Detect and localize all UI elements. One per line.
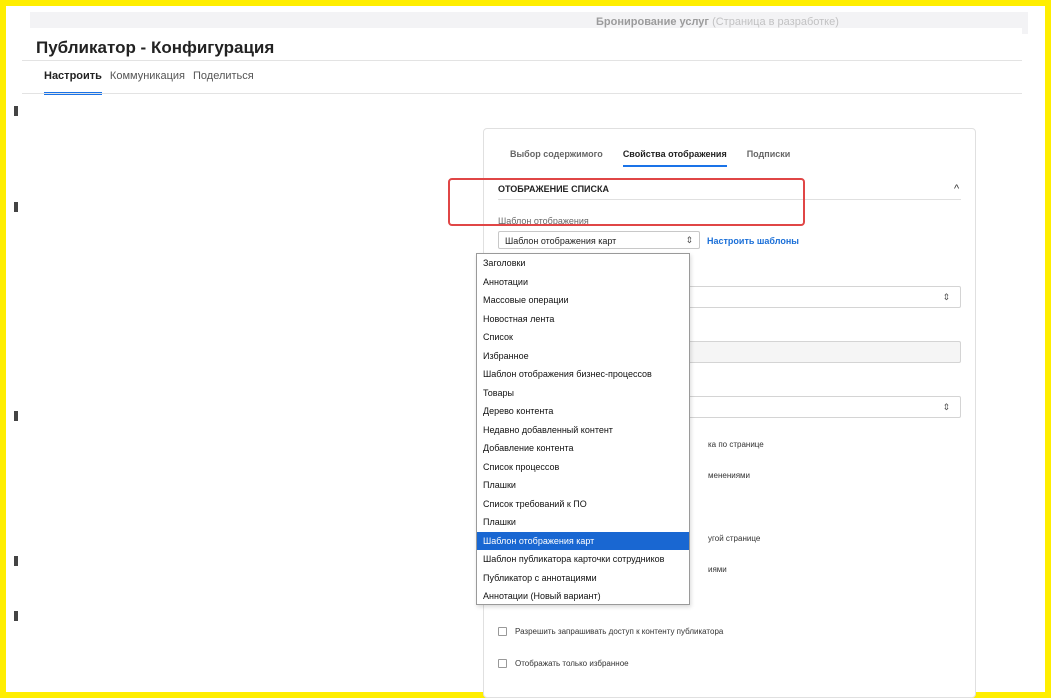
subtab-display-settings[interactable]: Свойства отображения: [622, 149, 727, 167]
dropdown-option[interactable]: Новостная лента: [477, 310, 689, 329]
dropdown-option[interactable]: Недавно добавленный контент: [477, 421, 689, 440]
display-template-value: Шаблон отображения карт: [505, 236, 617, 246]
partial-option-text: ка по странице: [708, 440, 764, 449]
tab-setup[interactable]: Настроить: [44, 70, 102, 95]
background-title-text: Бронирование услуг: [596, 16, 710, 28]
background-mark: [14, 556, 18, 566]
dropdown-option[interactable]: Аннотации (Новый вариант): [477, 587, 689, 606]
dropdown-option[interactable]: Публикатор с аннотациями: [477, 569, 689, 588]
background-mark: [14, 611, 18, 621]
dropdown-option[interactable]: Плашки: [477, 476, 689, 495]
favorites-only-checkbox[interactable]: [498, 659, 507, 668]
dropdown-option[interactable]: Массовые операции: [477, 291, 689, 310]
dropdown-option[interactable]: Дерево контента: [477, 402, 689, 421]
dropdown-option[interactable]: Товары: [477, 384, 689, 403]
display-template-select[interactable]: Шаблон отображения карт ⇕: [498, 231, 700, 249]
request-access-label: Разрешить запрашивать доступ к контенту …: [515, 627, 724, 636]
tab-communication[interactable]: Коммуникация: [110, 70, 185, 95]
subtab-content-selection[interactable]: Выбор содержимого: [510, 149, 603, 167]
dropdown-option[interactable]: Избранное: [477, 347, 689, 366]
panel-subtabs: Выбор содержимого Свойства отображения П…: [510, 149, 790, 167]
favorites-only-label: Отображать только избранное: [515, 659, 629, 668]
configure-templates-link[interactable]: Настроить шаблоны: [707, 236, 799, 246]
dropdown-option[interactable]: Шаблон отображения бизнес-процессов: [477, 365, 689, 384]
display-template-dropdown[interactable]: Заголовки Аннотации Массовые операции Новос…: [476, 253, 690, 605]
partial-option-text: угой странице: [708, 534, 761, 543]
partial-option-text: менениями: [708, 471, 751, 480]
request-access-checkbox[interactable]: [498, 627, 507, 636]
select-arrows-icon: ⇕: [942, 292, 950, 302]
dropdown-option[interactable]: Список: [477, 328, 689, 347]
chevron-up-icon[interactable]: ^: [954, 183, 959, 195]
dropdown-option[interactable]: Список процессов: [477, 458, 689, 477]
config-tabs: Настроить Коммуникация Поделиться: [44, 70, 254, 95]
dropdown-option[interactable]: Плашки: [477, 513, 689, 532]
page-title: Публикатор - Конфигурация: [36, 38, 275, 57]
highlight-annotation: [448, 178, 805, 226]
dropdown-option[interactable]: Добавление контента: [477, 439, 689, 458]
background-title-note: (Страница в разработке): [712, 16, 839, 28]
favorites-only-row: Отображать только избранное: [498, 659, 629, 668]
background-page-title: Бронирование услуг (Страница в разработк…: [596, 16, 839, 28]
select-arrows-icon: ⇕: [685, 235, 693, 245]
request-access-row: Разрешить запрашивать доступ к контенту …: [498, 627, 723, 636]
background-mark: [14, 411, 18, 421]
divider: [22, 93, 1022, 94]
divider: [22, 60, 1022, 61]
dropdown-option[interactable]: Заголовки: [477, 254, 689, 273]
select-arrows-icon: ⇕: [942, 402, 950, 412]
partial-option-text: иями: [708, 565, 727, 574]
background-mark: [14, 106, 18, 116]
dropdown-option[interactable]: Шаблон отображения карт: [477, 531, 689, 550]
background-mark: [14, 202, 18, 212]
subtab-subscriptions[interactable]: Подписки: [747, 149, 791, 167]
dropdown-option[interactable]: Шаблон публикатора карточки сотрудников: [477, 550, 689, 569]
dropdown-option[interactable]: Аннотации: [477, 273, 689, 292]
dropdown-option[interactable]: Список требований к ПО: [477, 495, 689, 514]
tab-share[interactable]: Поделиться: [193, 70, 254, 95]
